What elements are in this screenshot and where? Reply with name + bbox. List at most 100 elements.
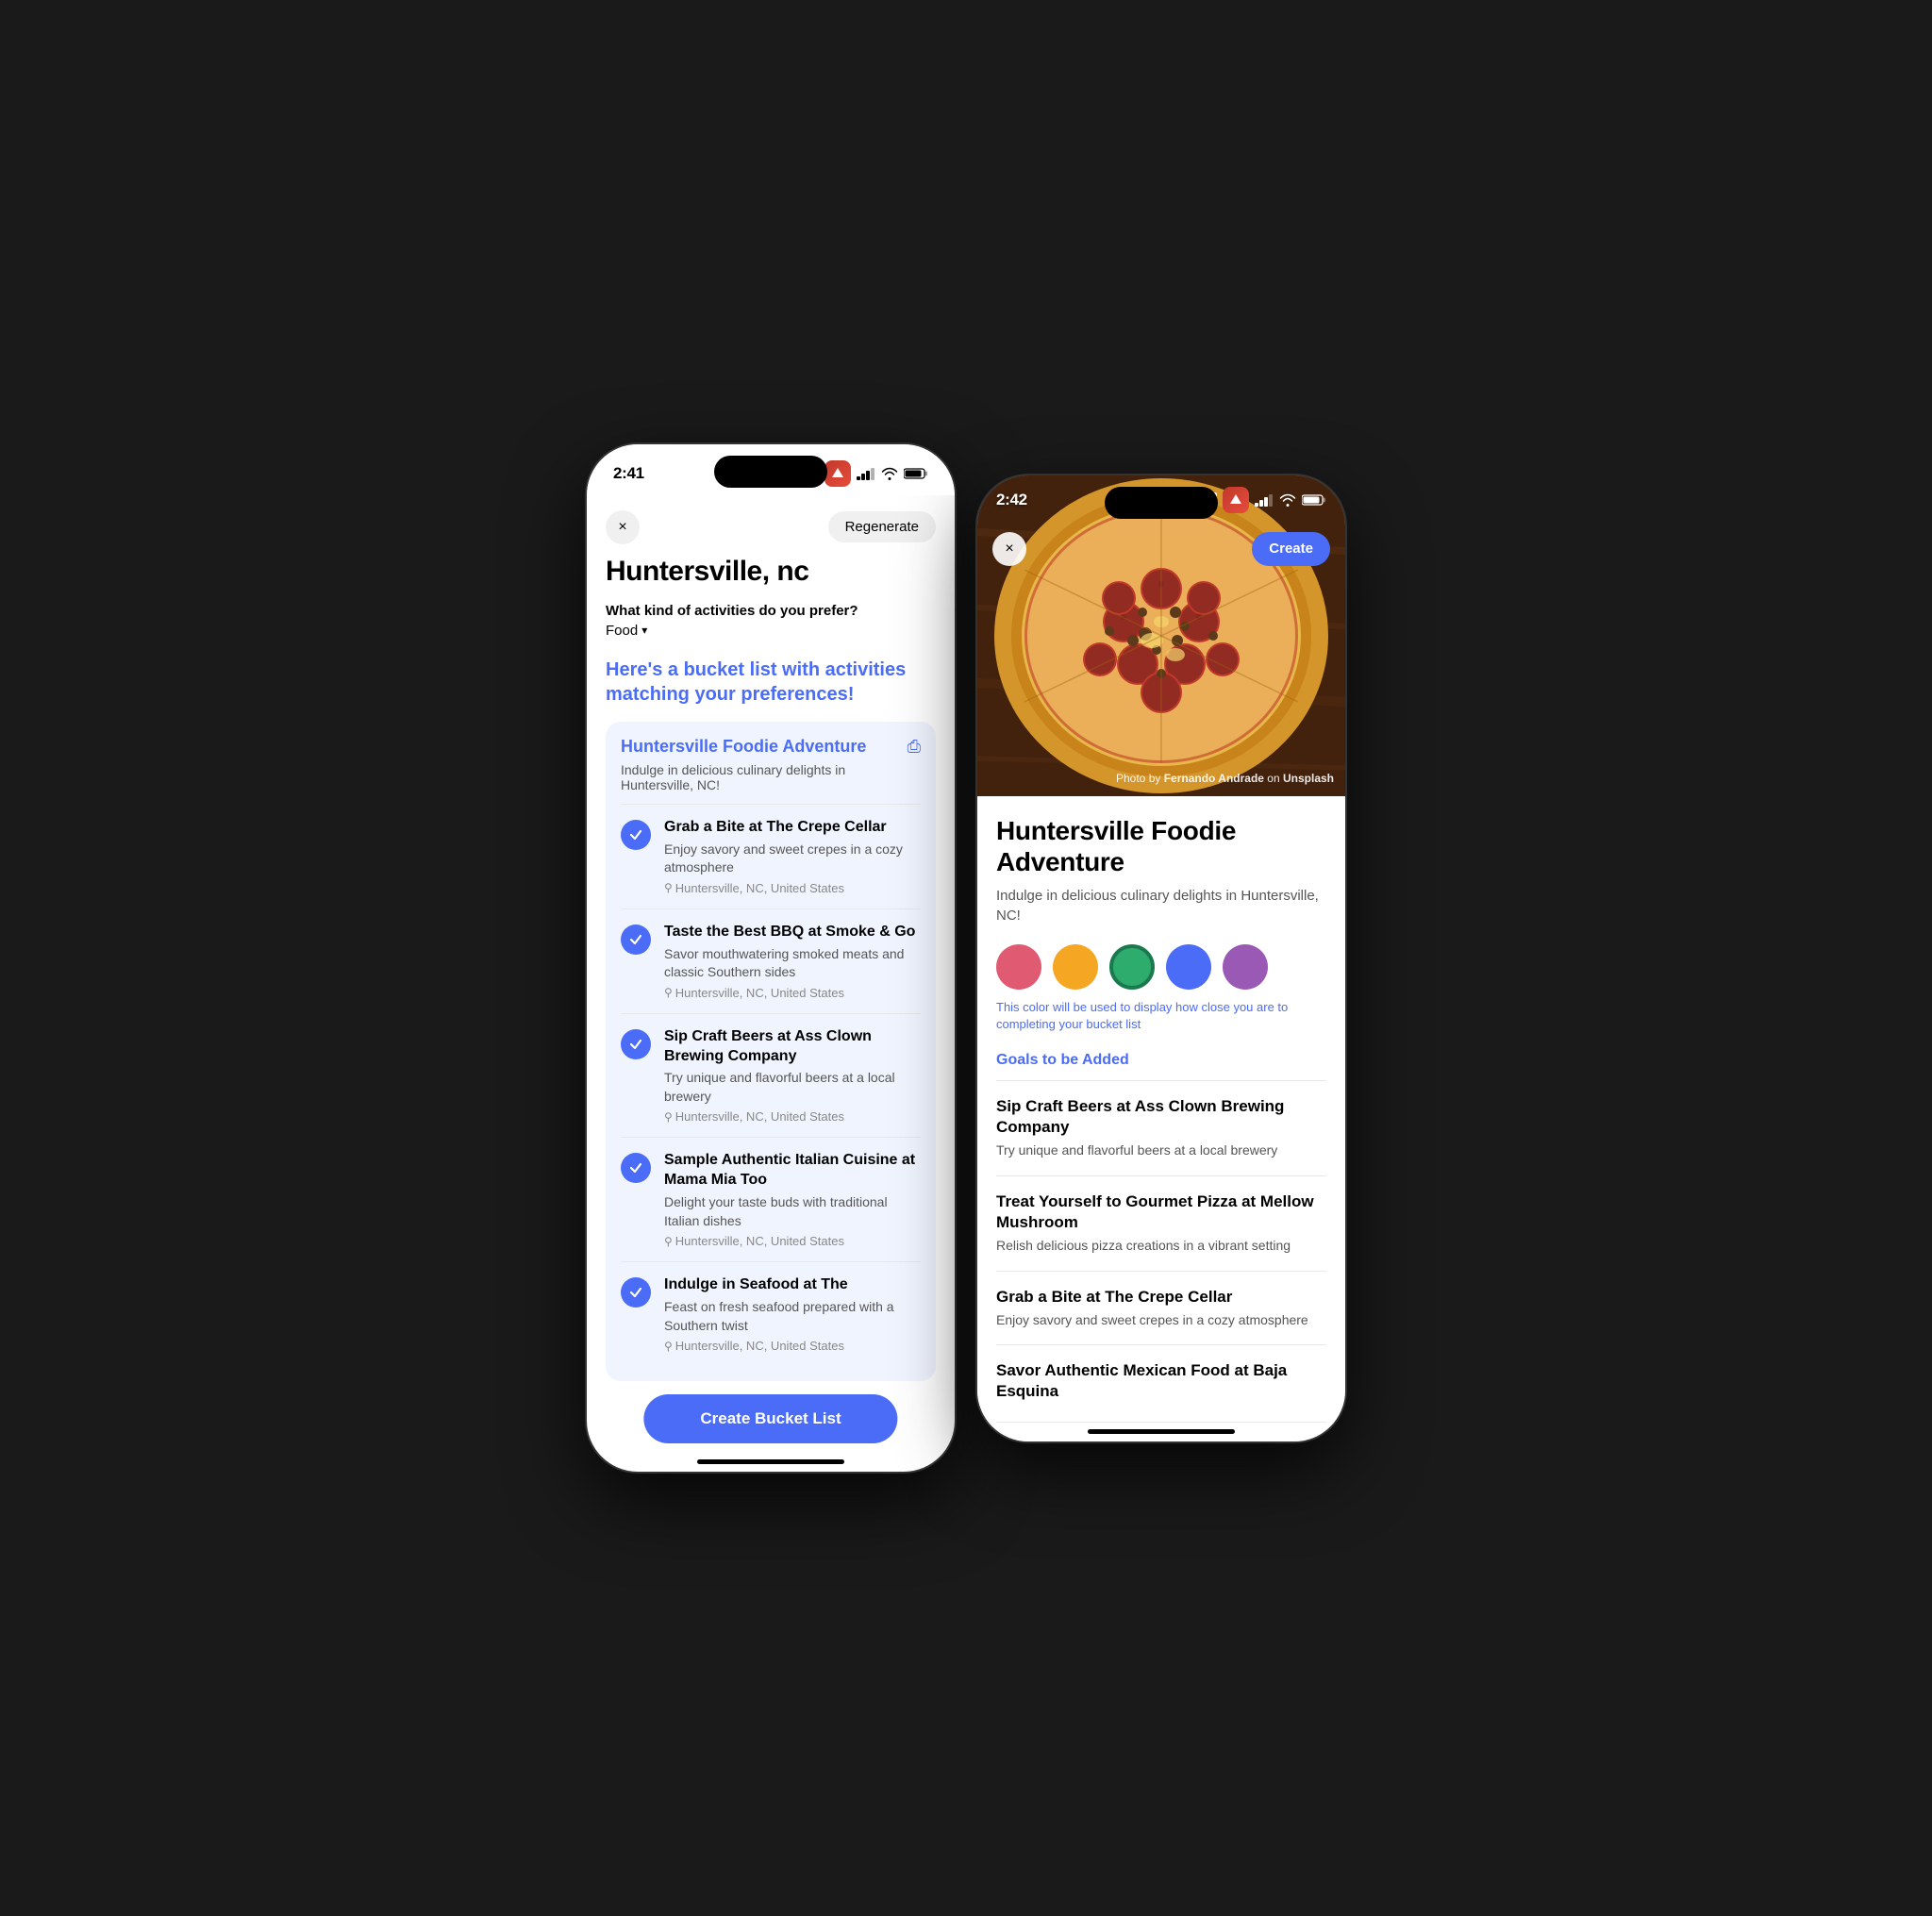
check-circle-2	[621, 1029, 651, 1059]
goal-desc-1: Relish delicious pizza creations in a vi…	[996, 1237, 1326, 1256]
activity-title-0: Grab a Bite at The Crepe Cellar	[664, 818, 921, 838]
bucket-card-title: Huntersville Foodie Adventure	[621, 737, 900, 757]
modal-header-left: × Regenerate	[587, 495, 955, 556]
status-time-left: 2:41	[613, 464, 644, 483]
location-pin-icon-0: ⚲	[664, 881, 673, 894]
right-phone: Photo by Fernando Andrade on Unsplash 2:…	[977, 475, 1345, 1441]
status-time-right: 2:42	[996, 491, 1027, 509]
create-bucket-list-button[interactable]: Create Bucket List	[643, 1394, 897, 1443]
check-circle-3	[621, 1153, 651, 1183]
swatch-green[interactable]	[1109, 944, 1155, 990]
goal-title-0: Sip Craft Beers at Ass Clown Brewing Com…	[996, 1096, 1326, 1138]
activity-desc-1: Savor mouthwatering smoked meats and cla…	[664, 945, 921, 982]
check-circle-1	[621, 925, 651, 955]
left-phone: 2:41	[587, 444, 955, 1473]
photo-credit: Photo by Fernando Andrade on Unsplash	[1116, 772, 1334, 785]
activity-location-4: ⚲ Huntersville, NC, United States	[664, 1339, 921, 1353]
activity-info-2: Sip Craft Beers at Ass Clown Brewing Com…	[664, 1027, 921, 1125]
goal-item-0[interactable]: Sip Craft Beers at Ass Clown Brewing Com…	[996, 1080, 1326, 1175]
activity-title-2: Sip Craft Beers at Ass Clown Brewing Com…	[664, 1027, 921, 1067]
check-circle-4	[621, 1277, 651, 1308]
activity-location-1: ⚲ Huntersville, NC, United States	[664, 986, 921, 1000]
dynamic-island-right	[1105, 487, 1218, 519]
share-icon[interactable]: ⎙	[908, 737, 921, 757]
check-circle-0	[621, 820, 651, 850]
right-header-buttons: 2:42	[977, 532, 1345, 566]
modal-content-left: Huntersville, nc What kind of activities…	[587, 556, 955, 1473]
activity-desc-3: Delight your taste buds with traditional…	[664, 1193, 921, 1230]
activity-item-1[interactable]: Taste the Best BBQ at Smoke & Go Savor m…	[621, 908, 921, 1013]
goal-item-2[interactable]: Grab a Bite at The Crepe Cellar Enjoy sa…	[996, 1271, 1326, 1345]
activity-location-0: ⚲ Huntersville, NC, United States	[664, 881, 921, 895]
create-button-right[interactable]: Create	[1252, 532, 1330, 566]
regenerate-button[interactable]: Regenerate	[828, 511, 936, 542]
status-icons-right	[1206, 487, 1326, 513]
activity-question-label: What kind of activities do you prefer?	[606, 603, 936, 619]
goal-desc-2: Enjoy savory and sweet crepes in a cozy …	[996, 1311, 1326, 1330]
activity-item-2[interactable]: Sip Craft Beers at Ass Clown Brewing Com…	[621, 1013, 921, 1138]
battery-icon-right	[1302, 493, 1326, 507]
activity-desc-4: Feast on fresh seafood prepared with a S…	[664, 1298, 921, 1335]
photo-author: Fernando Andrade	[1164, 772, 1264, 785]
right-screen: Photo by Fernando Andrade on Unsplash 2:…	[977, 475, 1345, 1441]
activity-dropdown-row[interactable]: Food ▾	[606, 623, 936, 639]
goals-title: Goals to be Added	[996, 1052, 1326, 1069]
left-screen: 2:41	[587, 444, 955, 1473]
activity-location-3: ⚲ Huntersville, NC, United States	[664, 1234, 921, 1248]
activity-item-4[interactable]: Indulge in Seafood at The Feast on fresh…	[621, 1261, 921, 1366]
goal-item-1[interactable]: Treat Yourself to Gourmet Pizza at Mello…	[996, 1175, 1326, 1271]
goal-item-3[interactable]: Savor Authentic Mexican Food at Baja Esq…	[996, 1344, 1326, 1422]
location-pin-icon-2: ⚲	[664, 1110, 673, 1124]
photo-platform: Unsplash	[1283, 772, 1334, 785]
goal-title-2: Grab a Bite at The Crepe Cellar	[996, 1287, 1326, 1308]
location-title: Huntersville, nc	[606, 556, 936, 588]
detail-title: Huntersville Foodie Adventure	[996, 815, 1326, 878]
activity-title-4: Indulge in Seafood at The	[664, 1275, 921, 1295]
location-pin-icon-3: ⚲	[664, 1235, 673, 1248]
signal-icon-left	[857, 467, 875, 480]
swatch-orange[interactable]	[1053, 944, 1098, 990]
color-swatches	[996, 944, 1326, 990]
activity-location-2: ⚲ Huntersville, NC, United States	[664, 1109, 921, 1124]
goal-title-1: Treat Yourself to Gourmet Pizza at Mello…	[996, 1191, 1326, 1233]
swatch-blue[interactable]	[1166, 944, 1211, 990]
location-pin-icon-1: ⚲	[664, 986, 673, 999]
activity-info-4: Indulge in Seafood at The Feast on fresh…	[664, 1275, 921, 1353]
bucket-list-prompt: Here's a bucket list with activities mat…	[606, 658, 936, 707]
dynamic-island	[714, 456, 827, 488]
app-icon-right	[1223, 487, 1249, 513]
bucket-card-desc: Indulge in delicious culinary delights i…	[621, 762, 921, 792]
dropdown-arrow-icon: ▾	[641, 624, 647, 637]
activity-info-1: Taste the Best BBQ at Smoke & Go Savor m…	[664, 923, 921, 1000]
detail-description: Indulge in delicious culinary delights i…	[996, 886, 1326, 925]
color-hint: This color will be used to display how c…	[996, 999, 1326, 1033]
bucket-card-header: Huntersville Foodie Adventure ⎙	[621, 737, 921, 757]
bucket-card: Huntersville Foodie Adventure ⎙ Indulge …	[606, 722, 936, 1382]
home-indicator-right	[1088, 1429, 1235, 1434]
goal-desc-0: Try unique and flavorful beers at a loca…	[996, 1141, 1326, 1160]
activity-title-1: Taste the Best BBQ at Smoke & Go	[664, 923, 921, 942]
detail-content: Huntersville Foodie Adventure Indulge in…	[977, 796, 1345, 1441]
app-icon-left	[824, 460, 851, 487]
hero-image: Photo by Fernando Andrade on Unsplash	[977, 475, 1345, 796]
activity-info-0: Grab a Bite at The Crepe Cellar Enjoy sa…	[664, 818, 921, 895]
wifi-icon-left	[881, 467, 898, 480]
activity-item-0[interactable]: Grab a Bite at The Crepe Cellar Enjoy sa…	[621, 804, 921, 908]
battery-icon-left	[904, 467, 928, 480]
close-button-right[interactable]: ×	[992, 532, 1026, 566]
activity-dropdown-value: Food	[606, 623, 638, 639]
activity-item-3[interactable]: Sample Authentic Italian Cuisine at Mama…	[621, 1137, 921, 1261]
activity-desc-0: Enjoy savory and sweet crepes in a cozy …	[664, 841, 921, 877]
activity-info-3: Sample Authentic Italian Cuisine at Mama…	[664, 1151, 921, 1248]
activity-title-3: Sample Authentic Italian Cuisine at Mama…	[664, 1151, 921, 1191]
location-pin-icon-4: ⚲	[664, 1340, 673, 1353]
swatch-purple[interactable]	[1223, 944, 1268, 990]
wifi-icon-right	[1279, 493, 1296, 507]
signal-icon-right	[1255, 493, 1274, 507]
close-button-left[interactable]: ×	[606, 510, 640, 544]
home-indicator-left	[697, 1459, 844, 1464]
goal-title-3: Savor Authentic Mexican Food at Baja Esq…	[996, 1360, 1326, 1402]
activity-desc-2: Try unique and flavorful beers at a loca…	[664, 1069, 921, 1106]
swatch-pink[interactable]	[996, 944, 1041, 990]
pizza-illustration	[977, 475, 1345, 796]
